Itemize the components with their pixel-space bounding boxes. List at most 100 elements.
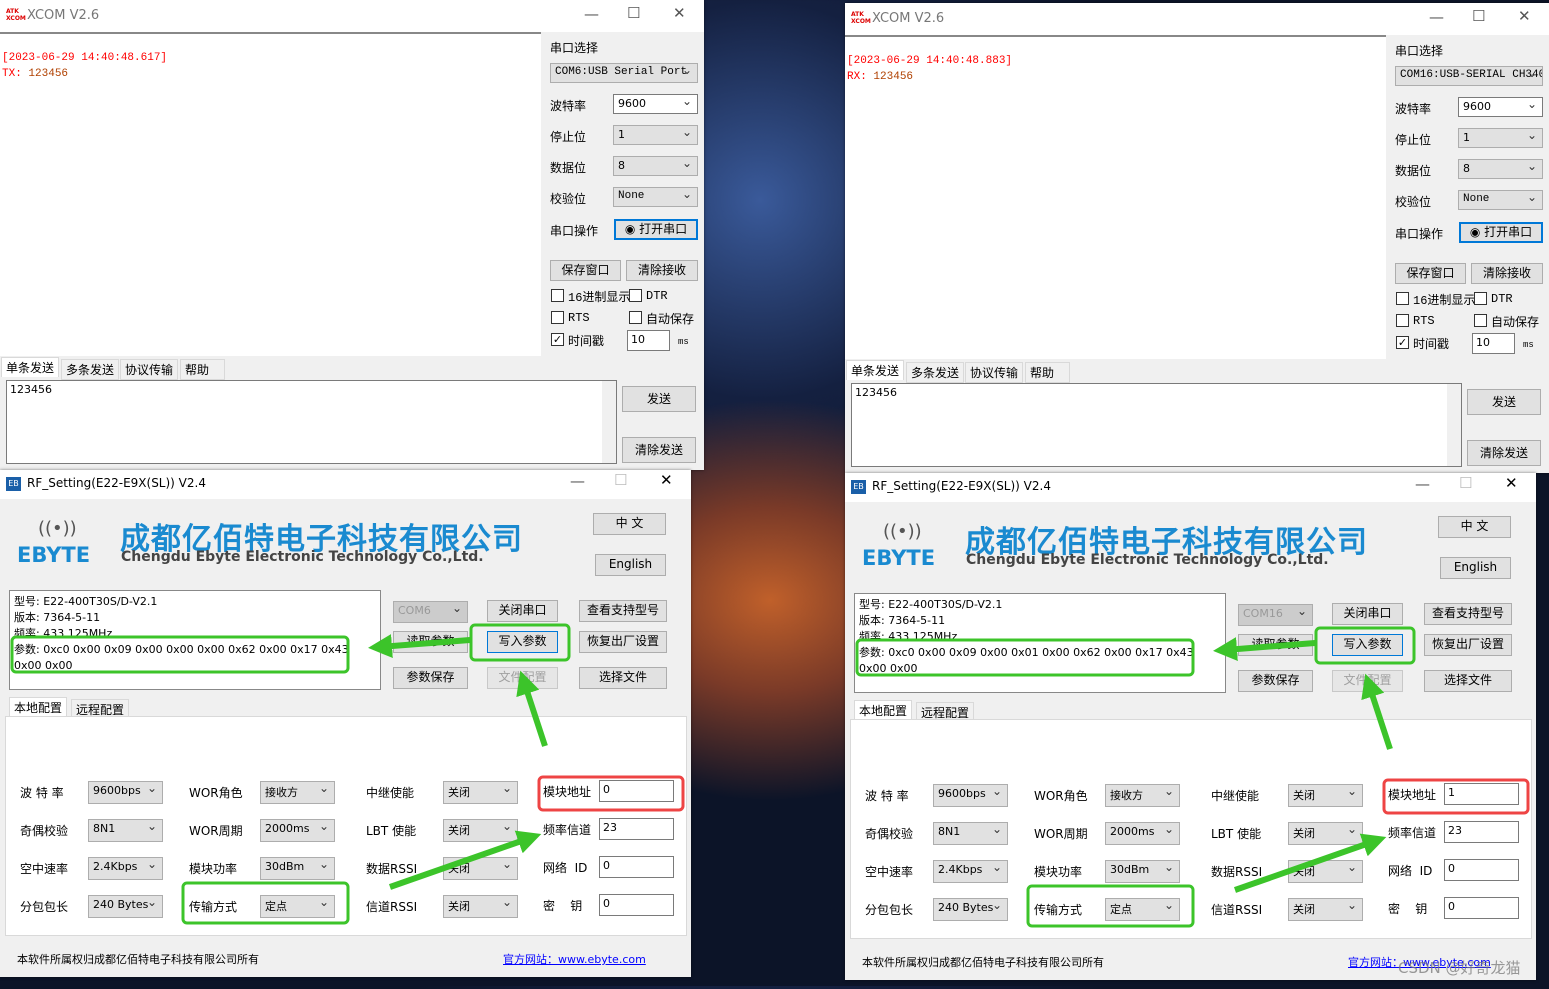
tab-local-config[interactable]: 本地配置 <box>854 700 913 720</box>
chinese-language-button[interactable]: 中 文 <box>593 513 666 535</box>
send-scrollbar[interactable] <box>1447 384 1461 466</box>
close-icon[interactable]: ✕ <box>673 4 686 22</box>
close-port-button[interactable]: 关闭串口 <box>1332 603 1403 625</box>
field-parity[interactable]: 8N1 <box>88 819 163 842</box>
field-baud[interactable]: 9600bps <box>88 781 163 804</box>
hex-display-checkbox[interactable] <box>1396 292 1409 305</box>
receive-area[interactable]: [2023-06-29 14:40:48.617] TX: 123456 <box>0 32 541 356</box>
open-port-button[interactable]: ◉ 打开串口 <box>614 219 698 240</box>
dtr-checkbox[interactable] <box>629 289 642 302</box>
website-link[interactable]: 官方网站：www.ebyte.com <box>503 951 646 967</box>
file-config-button[interactable]: 文件配置 <box>1332 670 1403 692</box>
field-wor-role[interactable]: 接收方 <box>260 781 335 804</box>
field-power[interactable]: 30dBm <box>260 857 335 880</box>
field-address[interactable]: 0 <box>599 780 674 802</box>
write-params-button[interactable]: 写入参数 <box>1332 634 1403 656</box>
field-parity[interactable]: 8N1 <box>933 822 1008 845</box>
field-key[interactable]: 0 <box>1444 897 1519 919</box>
baud-select[interactable]: 9600 <box>613 94 698 114</box>
timestamp-checkbox[interactable]: ✓ <box>551 333 564 346</box>
file-config-button[interactable]: 文件配置 <box>487 667 558 689</box>
field-wor-role[interactable]: 接收方 <box>1105 784 1180 807</box>
rts-checkbox[interactable] <box>551 311 564 324</box>
minimize-icon[interactable]: — <box>1429 8 1444 26</box>
read-params-button[interactable]: 读取参数 <box>1238 634 1313 656</box>
field-baud[interactable]: 9600bps <box>933 784 1008 807</box>
port-select[interactable]: COM6:USB Serial Port <box>550 63 698 83</box>
view-models-button[interactable]: 查看支持型号 <box>1424 603 1512 625</box>
minimize-icon[interactable]: — <box>1415 475 1430 493</box>
tab-multi-send[interactable]: 多条发送 <box>906 362 965 383</box>
field-wor-cycle[interactable]: 2000ms <box>260 819 335 842</box>
databits-select[interactable]: 8 <box>613 156 698 176</box>
maximize-icon[interactable]: ☐ <box>1459 474 1472 492</box>
tab-single-send[interactable]: 单条发送 <box>846 360 905 380</box>
interval-input[interactable]: 10 <box>1472 333 1515 354</box>
save-params-button[interactable]: 参数保存 <box>393 667 468 689</box>
close-icon[interactable]: ✕ <box>1505 474 1518 492</box>
chinese-language-button[interactable]: 中 文 <box>1438 516 1511 538</box>
field-transfer-mode[interactable]: 定点 <box>260 895 335 918</box>
english-language-button[interactable]: English <box>1440 557 1511 579</box>
restore-factory-button[interactable]: 恢复出厂设置 <box>1424 634 1512 656</box>
field-transfer-mode[interactable]: 定点 <box>1105 898 1180 921</box>
field-wor-cycle[interactable]: 2000ms <box>1105 822 1180 845</box>
field-relay[interactable]: 关闭 <box>1288 784 1363 807</box>
maximize-icon[interactable]: ☐ <box>1472 7 1485 25</box>
tab-multi-send[interactable]: 多条发送 <box>61 359 120 380</box>
stopbits-select[interactable]: 1 <box>1458 128 1543 148</box>
minimize-icon[interactable]: — <box>584 5 599 23</box>
clear-receive-button[interactable]: 清除接收 <box>626 260 698 281</box>
field-channel[interactable]: 23 <box>1444 821 1519 843</box>
save-params-button[interactable]: 参数保存 <box>1238 670 1313 692</box>
select-file-button[interactable]: 选择文件 <box>1424 670 1512 692</box>
read-params-button[interactable]: 读取参数 <box>393 631 468 653</box>
field-power[interactable]: 30dBm <box>1105 860 1180 883</box>
close-port-button[interactable]: 关闭串口 <box>487 600 558 622</box>
tab-local-config[interactable]: 本地配置 <box>9 697 68 717</box>
field-air-rate[interactable]: 2.4Kbps <box>88 857 163 880</box>
field-packet[interactable]: 240 Bytes <box>88 895 163 918</box>
field-data-rssi[interactable]: 关闭 <box>1288 860 1363 883</box>
clear-send-button[interactable]: 清除发送 <box>1467 440 1541 466</box>
autosave-checkbox[interactable] <box>629 311 642 324</box>
tab-single-send[interactable]: 单条发送 <box>1 357 60 377</box>
open-port-button[interactable]: ◉ 打开串口 <box>1459 222 1543 243</box>
baud-select[interactable]: 9600 <box>1458 97 1543 117</box>
port-select[interactable]: COM16:USB-SERIAL CH340 <box>1395 66 1543 86</box>
field-air-rate[interactable]: 2.4Kbps <box>933 860 1008 883</box>
send-scrollbar[interactable] <box>602 381 616 463</box>
maximize-icon[interactable]: ☐ <box>627 4 640 22</box>
field-relay[interactable]: 关闭 <box>443 781 518 804</box>
field-lbt[interactable]: 关闭 <box>443 819 518 842</box>
field-channel[interactable]: 23 <box>599 818 674 840</box>
select-file-button[interactable]: 选择文件 <box>579 667 667 689</box>
send-textarea[interactable]: 123456 <box>851 383 1462 467</box>
close-icon[interactable]: ✕ <box>1518 7 1531 25</box>
save-window-button[interactable]: 保存窗口 <box>550 260 621 281</box>
tab-help[interactable]: 帮助 <box>1025 362 1070 383</box>
field-net-id[interactable]: 0 <box>1444 859 1519 881</box>
databits-select[interactable]: 8 <box>1458 159 1543 179</box>
field-lbt[interactable]: 关闭 <box>1288 822 1363 845</box>
clear-send-button[interactable]: 清除发送 <box>622 437 696 463</box>
interval-input[interactable]: 10 <box>627 330 670 351</box>
save-window-button[interactable]: 保存窗口 <box>1395 263 1466 284</box>
maximize-icon[interactable]: ☐ <box>614 471 627 489</box>
field-channel-rssi[interactable]: 关闭 <box>1288 898 1363 921</box>
send-button[interactable]: 发送 <box>1467 389 1541 415</box>
parity-select[interactable]: None <box>1458 190 1543 210</box>
tab-help[interactable]: 帮助 <box>180 359 225 380</box>
receive-area[interactable]: [2023-06-29 14:40:48.883] RX: 123456 <box>845 35 1386 359</box>
tab-protocol[interactable]: 协议传输 <box>120 359 179 380</box>
hex-display-checkbox[interactable] <box>551 289 564 302</box>
field-channel-rssi[interactable]: 关闭 <box>443 895 518 918</box>
field-key[interactable]: 0 <box>599 894 674 916</box>
tab-protocol[interactable]: 协议传输 <box>965 362 1024 383</box>
timestamp-checkbox[interactable]: ✓ <box>1396 336 1409 349</box>
english-language-button[interactable]: English <box>595 554 666 576</box>
write-params-button[interactable]: 写入参数 <box>487 631 558 653</box>
minimize-icon[interactable]: — <box>570 472 585 490</box>
dtr-checkbox[interactable] <box>1474 292 1487 305</box>
com-select[interactable]: COM6 <box>393 601 468 623</box>
